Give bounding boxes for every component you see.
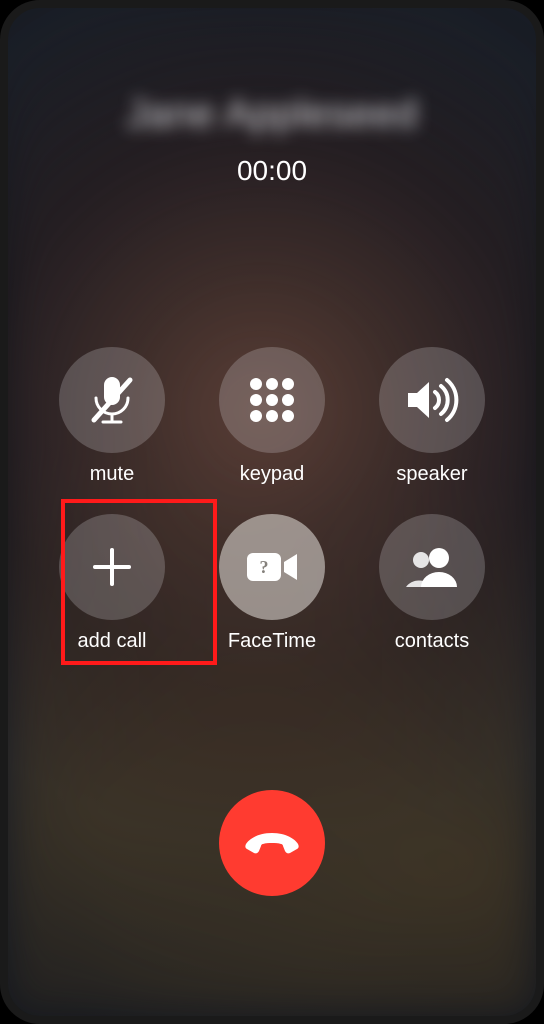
- video-icon: ?: [244, 548, 300, 586]
- call-screen: Jane Appleseed 00:00: [0, 0, 544, 1024]
- contacts-icon: [403, 545, 461, 589]
- facetime-circle: ?: [219, 514, 325, 620]
- keypad-circle: [219, 347, 325, 453]
- plus-icon: [89, 544, 135, 590]
- phone-hangup-icon: [243, 831, 301, 855]
- contacts-button[interactable]: contacts: [379, 514, 485, 653]
- call-actions-grid: mute keypad: [37, 347, 507, 653]
- add-call-button[interactable]: add call: [59, 514, 165, 653]
- keypad-icon: [246, 374, 298, 426]
- end-call-button[interactable]: [219, 790, 325, 896]
- speaker-circle: [379, 347, 485, 453]
- add-call-circle: [59, 514, 165, 620]
- mute-label: mute: [90, 463, 134, 486]
- keypad-button[interactable]: keypad: [219, 347, 325, 486]
- keypad-label: keypad: [240, 463, 305, 486]
- speaker-button[interactable]: speaker: [379, 347, 485, 486]
- speaker-label: speaker: [396, 463, 467, 486]
- facetime-label: FaceTime: [228, 630, 316, 653]
- caller-name: Jane Appleseed: [126, 92, 418, 137]
- contacts-label: contacts: [395, 630, 469, 653]
- end-call-circle: [219, 790, 325, 896]
- svg-text:?: ?: [260, 557, 269, 577]
- call-duration: 00:00: [237, 155, 307, 187]
- mic-off-icon: [87, 372, 137, 428]
- contacts-circle: [379, 514, 485, 620]
- mute-circle: [59, 347, 165, 453]
- add-call-label: add call: [78, 630, 147, 653]
- facetime-button[interactable]: ? FaceTime: [219, 514, 325, 653]
- mute-button[interactable]: mute: [59, 347, 165, 486]
- content: Jane Appleseed 00:00: [8, 8, 536, 1016]
- speaker-icon: [404, 377, 460, 423]
